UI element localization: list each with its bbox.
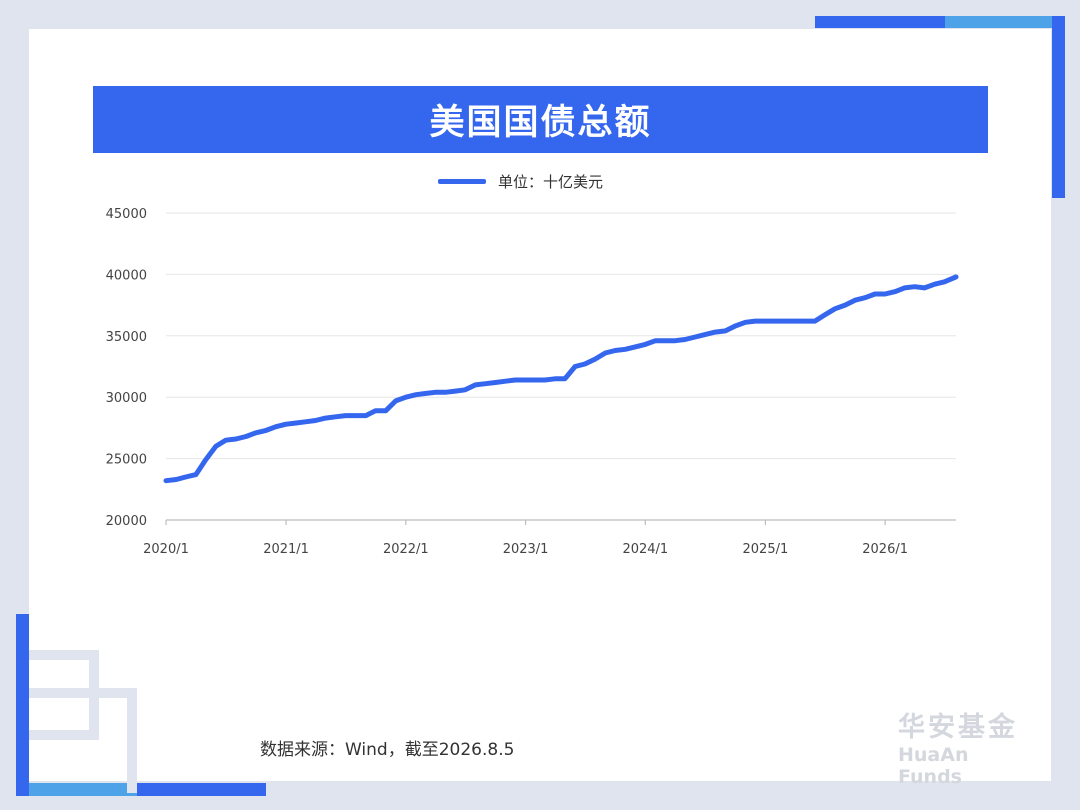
x-tick-label: 2020/1 <box>143 542 189 557</box>
y-tick-label: 45000 <box>106 207 147 222</box>
series-line <box>163 274 959 484</box>
x-tick-label: 2024/1 <box>622 542 668 557</box>
brand-name-en: HuaAn Funds <box>898 744 969 788</box>
x-tick-label: 2022/1 <box>383 542 429 557</box>
x-tick-label: 2025/1 <box>743 542 789 557</box>
y-tick-label: 30000 <box>106 391 147 406</box>
brand-name-cn: 华安基金 <box>898 712 1018 743</box>
x-tick-label: 2021/1 <box>263 542 309 557</box>
brand-logo: 华安基金 HuaAn Funds <box>898 712 1038 788</box>
y-tick-label: 40000 <box>106 268 147 283</box>
x-tick-label: 2023/1 <box>503 542 549 557</box>
line-chart: 20000 25000 30000 35000 40000 45000 2020/1 2021… <box>106 207 959 557</box>
y-tick-label: 20000 <box>106 514 147 529</box>
x-tick-label: 2026/1 <box>862 542 908 557</box>
y-tick-label: 35000 <box>106 330 147 345</box>
y-tick-label: 25000 <box>106 453 147 468</box>
data-source-note: 数据来源：Wind，截至2026.8.5 <box>260 740 515 760</box>
